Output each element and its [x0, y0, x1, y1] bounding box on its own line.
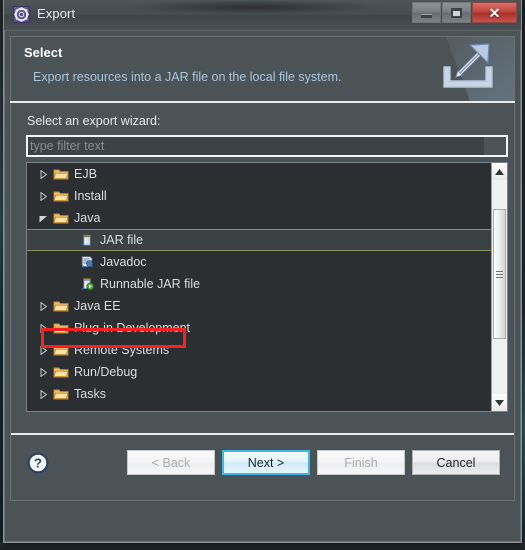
chevron-right-icon[interactable]: [37, 322, 49, 334]
select-wizard-label: Select an export wizard:: [27, 114, 161, 128]
filter-placeholder: type filter text: [30, 139, 105, 153]
wizard-button-row: < Back Next > Finish Cancel: [127, 450, 500, 475]
chevron-right-icon[interactable]: [37, 388, 49, 400]
tree-item-java-ee[interactable]: Java EE: [27, 295, 491, 317]
tree-item-label: Java EE: [74, 299, 121, 313]
folder-icon: [53, 386, 69, 402]
scrollbar-grip-icon: [496, 269, 503, 280]
help-icon[interactable]: ?: [27, 452, 49, 474]
scroll-up-icon[interactable]: [492, 163, 507, 180]
folder-icon: [53, 408, 69, 411]
export-dialog-window: Export ✕ Select Export resources into a …: [3, 0, 522, 543]
svg-text:?: ?: [34, 456, 42, 471]
tree-item-label: Java: [74, 211, 101, 225]
tree-item-tasks[interactable]: Tasks: [27, 383, 491, 405]
tree-item-label: JAR file: [100, 233, 144, 247]
tree-item-label: Javadoc: [100, 255, 147, 269]
export-wizard-tree[interactable]: EJB Install Java JAR file Javadoc Runnable JA…: [26, 162, 508, 412]
tree-item-ejb[interactable]: EJB: [27, 163, 491, 185]
filter-input[interactable]: type filter text: [26, 135, 508, 157]
export-dialog-screen: Export ✕ Select Export resources into a …: [0, 0, 525, 550]
folder-icon: [53, 342, 69, 358]
export-gear-icon: [13, 6, 30, 23]
chevron-right-icon[interactable]: [37, 366, 49, 378]
tree-vertical-scrollbar[interactable]: [491, 163, 507, 411]
minimize-icon: [421, 14, 432, 18]
window-title: Export: [37, 6, 76, 21]
tree-item-label: Plug-in Development: [74, 321, 191, 335]
wizard-page-description: Export resources into a JAR file on the …: [33, 70, 342, 84]
finish-button: Finish: [317, 450, 405, 475]
folder-icon: [53, 298, 69, 314]
tree-item-runnable-jar-file[interactable]: Runnable JAR file: [27, 273, 491, 295]
tree-item-label: Run/Debug: [74, 365, 138, 379]
button-label: Cancel: [436, 455, 476, 470]
chevron-down-icon[interactable]: [37, 212, 49, 224]
title-bar[interactable]: Export ✕: [4, 0, 521, 31]
button-label: Finish: [344, 455, 378, 470]
close-button[interactable]: ✕: [472, 2, 517, 23]
tree-item-team[interactable]: Team: [27, 405, 491, 411]
filter-input-tail: [484, 137, 506, 155]
folder-icon: [53, 210, 69, 226]
chevron-right-icon[interactable]: [37, 190, 49, 202]
desktop-backdrop-bottom: [0, 542, 525, 550]
export-arrow-icon: [426, 37, 514, 101]
tree-item-javadoc[interactable]: Javadoc: [27, 251, 491, 273]
jar-icon: [79, 232, 95, 248]
wizard-body: Select an export wizard: type filter tex…: [10, 103, 515, 501]
tree-item-label: Install: [74, 189, 107, 203]
tree-item-label: Team: [74, 409, 105, 411]
folder-icon: [53, 320, 69, 336]
button-label: Next >: [247, 455, 285, 470]
tree-item-run-debug[interactable]: Run/Debug: [27, 361, 491, 383]
next-button[interactable]: Next >: [222, 450, 310, 475]
chevron-right-icon[interactable]: [37, 300, 49, 312]
chevron-right-icon[interactable]: [37, 344, 49, 356]
wizard-page-title: Select: [24, 45, 63, 60]
tree-item-label: EJB: [74, 167, 97, 181]
scroll-down-icon[interactable]: [492, 394, 507, 411]
back-button: < Back: [127, 450, 215, 475]
cancel-button[interactable]: Cancel: [412, 450, 500, 475]
tree-item-java[interactable]: Java: [27, 207, 491, 229]
folder-icon: [53, 364, 69, 380]
folder-icon: [53, 188, 69, 204]
tree-item-remote-systems[interactable]: Remote Systems: [27, 339, 491, 361]
runnable-jar-icon: [79, 276, 95, 292]
chevron-right-icon[interactable]: [37, 410, 49, 411]
wizard-header: Select Export resources into a JAR file …: [10, 36, 515, 101]
tree-rows: EJB Install Java JAR file Javadoc Runnable JA…: [27, 163, 491, 411]
tree-item-install[interactable]: Install: [27, 185, 491, 207]
window-controls: ✕: [412, 2, 517, 23]
tree-item-label: Runnable JAR file: [100, 277, 201, 291]
folder-icon: [53, 166, 69, 182]
minimize-button[interactable]: [412, 2, 441, 23]
tree-item-label: Tasks: [74, 387, 106, 401]
chevron-right-icon[interactable]: [37, 168, 49, 180]
maximize-button[interactable]: [442, 2, 471, 23]
close-icon: ✕: [488, 4, 501, 21]
tree-item-label: Remote Systems: [74, 343, 170, 357]
tree-item-plug-in-development[interactable]: Plug-in Development: [27, 317, 491, 339]
dialog-footer: ? < Back Next > Finish Cancel: [11, 435, 514, 500]
javadoc-icon: [79, 254, 95, 270]
button-label: < Back: [151, 455, 191, 470]
tree-item-jar-file[interactable]: JAR file: [27, 229, 491, 251]
maximize-icon: [451, 7, 462, 18]
scrollbar-thumb[interactable]: [493, 209, 506, 339]
